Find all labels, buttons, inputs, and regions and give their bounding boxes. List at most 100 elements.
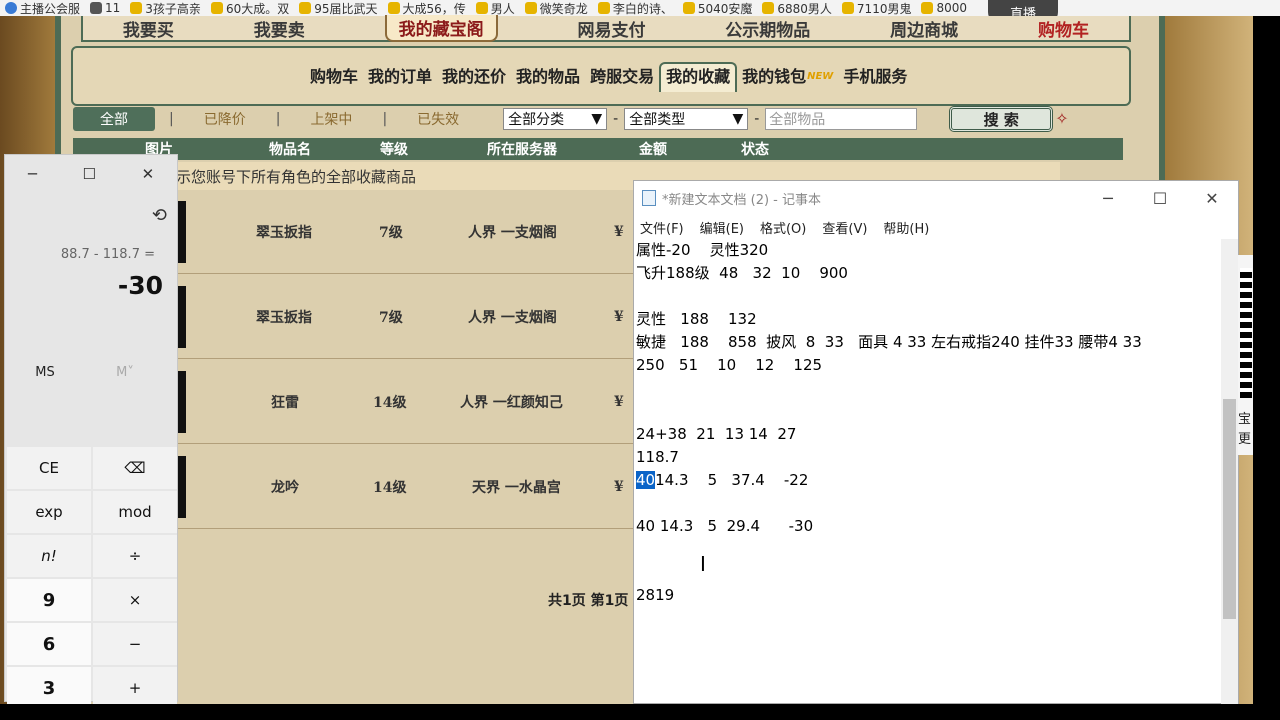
history-icon[interactable]: ⟲ <box>152 205 167 226</box>
bookmark-7[interactable]: 微笑奇龙 <box>520 0 593 16</box>
filter-all-button[interactable]: 全部 <box>73 107 155 131</box>
text-line: 24+38 21 13 14 27 <box>636 425 797 443</box>
item-server: 人界 一支烟阁 <box>468 224 557 241</box>
notepad-menubar: 文件(F) 编辑(E) 格式(O) 查看(V) 帮助(H) <box>634 215 1238 239</box>
bookmark-9[interactable]: 5040安魔 <box>678 0 758 16</box>
bookmark-5[interactable]: 大成56，传 <box>383 0 471 16</box>
search-input[interactable]: 全部物品 <box>765 108 918 130</box>
key-backspace[interactable]: ⌫ <box>93 447 177 489</box>
subnav-orders[interactable]: 我的订单 <box>363 62 437 92</box>
notepad-text-area[interactable]: 属性-20 灵性320 飞升188级 48 32 10 900 灵性 188 1… <box>636 239 1222 705</box>
key-ce[interactable]: CE <box>7 447 91 489</box>
topcat-my-treasure[interactable]: 我的藏宝阁 <box>384 14 498 42</box>
bookmark-4[interactable]: 95届比武天 <box>294 0 382 16</box>
topcat-public[interactable]: 公示期物品 <box>725 16 810 41</box>
menu-format[interactable]: 格式(O) <box>760 218 806 237</box>
calculator-result: -30 <box>117 271 163 300</box>
menu-edit[interactable]: 编辑(E) <box>700 218 744 237</box>
sub-nav: 购物车 我的订单 我的还价 我的物品 跨服交易 我的收藏 我的钱包NEW 手机服… <box>71 46 1131 106</box>
topcat-pay[interactable]: 网易支付 <box>577 16 645 41</box>
folder-icon <box>387 2 400 14</box>
text-line: 2819 <box>636 586 675 604</box>
text-line: 飞升188级 48 32 10 900 <box>636 264 848 282</box>
separator: | <box>275 111 281 127</box>
ribbon-icon: ✧ <box>1055 109 1069 128</box>
search-button[interactable]: 搜 索 <box>949 106 1054 132</box>
topcat-mall[interactable]: 周边商城 <box>890 16 958 41</box>
filter-bar: 全部 | 已降价 | 上架中 | 已失效 全部分类 ▼ - 全部类型 ▼ - 全部物… <box>73 104 1118 134</box>
screen-border-bottom <box>0 704 1280 720</box>
vertical-scrollbar[interactable] <box>1221 239 1238 705</box>
key-plus[interactable]: + <box>93 667 177 709</box>
bookmark-10[interactable]: 6880男人 <box>757 0 837 16</box>
text-line: 118.7 <box>636 448 679 466</box>
maximize-icon[interactable]: ☐ <box>82 165 95 183</box>
topcat-cart[interactable]: 购物车 <box>1038 16 1089 41</box>
key-minus[interactable]: − <box>93 623 177 665</box>
filter-price-drop[interactable]: 已降价 <box>204 109 246 129</box>
menu-file[interactable]: 文件(F) <box>640 218 684 237</box>
category-select-value: 全部分类 <box>508 112 565 128</box>
subnav-items[interactable]: 我的物品 <box>511 62 585 92</box>
scrollbar-thumb[interactable] <box>1223 399 1236 619</box>
key-factorial[interactable]: n! <box>7 535 91 577</box>
text-line-selected: 4014.3 5 37.4 -22 <box>636 469 1222 492</box>
new-badge: NEW <box>807 71 834 82</box>
bookmark-label: 3孩子高亲 <box>145 1 201 16</box>
memory-list-button[interactable]: M˅ <box>85 365 165 380</box>
text-line <box>636 561 1222 584</box>
menu-view[interactable]: 查看(V) <box>822 218 867 237</box>
text-line: 敏捷 188 858 披风 8 33 面具 4 33 左右戒指240 挂件33 … <box>636 333 1142 351</box>
filter-expired[interactable]: 已失效 <box>417 109 459 129</box>
bookmark-8[interactable]: 李白的诗、 <box>593 0 678 16</box>
minimize-icon[interactable]: ─ <box>28 165 37 183</box>
subnav-bargain[interactable]: 我的还价 <box>437 62 511 92</box>
key-multiply[interactable]: × <box>93 579 177 621</box>
text-cursor-icon: I <box>700 552 706 576</box>
key-exp[interactable]: exp <box>7 491 91 533</box>
item-server: 人界 一支烟阁 <box>468 309 557 326</box>
item-level: 14级 <box>373 394 407 411</box>
close-icon[interactable]: ✕ <box>1186 181 1238 215</box>
maximize-icon[interactable]: ☐ <box>1134 181 1186 215</box>
category-select[interactable]: 全部分类 ▼ <box>503 108 608 130</box>
memory-store-button[interactable]: MS <box>5 365 85 380</box>
filter-on-shelf[interactable]: 上架中 <box>310 109 352 129</box>
topcat-sell[interactable]: 我要卖 <box>254 16 305 41</box>
col-status: 状态 <box>741 142 769 158</box>
bookmark-0[interactable]: 主播公会服 <box>0 0 85 16</box>
bookmark-1[interactable]: 11 <box>85 0 125 16</box>
type-select-value: 全部类型 <box>629 112 686 128</box>
key-6[interactable]: 6 <box>7 623 91 665</box>
subnav-cross-server[interactable]: 跨服交易 <box>585 62 659 92</box>
folder-icon <box>210 2 223 14</box>
bookmark-6[interactable]: 男人 <box>471 0 520 16</box>
minimize-icon[interactable]: ─ <box>1082 181 1134 215</box>
folder-icon <box>524 2 537 14</box>
text-line: 属性-20 灵性320 <box>636 241 769 259</box>
key-9[interactable]: 9 <box>7 579 91 621</box>
bookmark-11[interactable]: 7110男鬼 <box>837 0 917 16</box>
table-header: 图片 物品名 等级 所在服务器 金额 状态 <box>73 138 1123 160</box>
item-name: 翠玉扳指 <box>256 309 312 326</box>
subnav-wallet[interactable]: 我的钱包NEW <box>737 62 838 92</box>
key-divide[interactable]: ÷ <box>93 535 177 577</box>
calculator-expression: 88.7 - 118.7 = <box>60 247 155 262</box>
key-3[interactable]: 3 <box>7 667 91 709</box>
subnav-cart[interactable]: 购物车 <box>305 62 363 92</box>
subnav-favorites[interactable]: 我的收藏 <box>659 62 738 92</box>
dash: - <box>754 111 760 127</box>
bookmarks-bar: 主播公会服 11 3孩子高亲 60大成。双 95届比武天 大成56，传 男人 微… <box>0 0 1280 16</box>
subnav-mobile[interactable]: 手机服务 <box>838 62 912 92</box>
close-icon[interactable]: ✕ <box>142 165 155 183</box>
item-server: 天界 一水晶宫 <box>472 479 561 496</box>
text-line: 40 14.3 5 29.4 -30 <box>636 517 814 535</box>
topcat-buy[interactable]: 我要买 <box>123 16 174 41</box>
bookmark-2[interactable]: 3孩子高亲 <box>125 0 206 16</box>
type-select[interactable]: 全部类型 ▼ <box>624 108 749 130</box>
bookmark-12[interactable]: 8000 <box>916 0 972 16</box>
bookmark-3[interactable]: 60大成。双 <box>206 0 294 16</box>
menu-help[interactable]: 帮助(H) <box>883 218 929 237</box>
key-mod[interactable]: mod <box>93 491 177 533</box>
text-line: 灵性 188 132 <box>636 310 757 328</box>
